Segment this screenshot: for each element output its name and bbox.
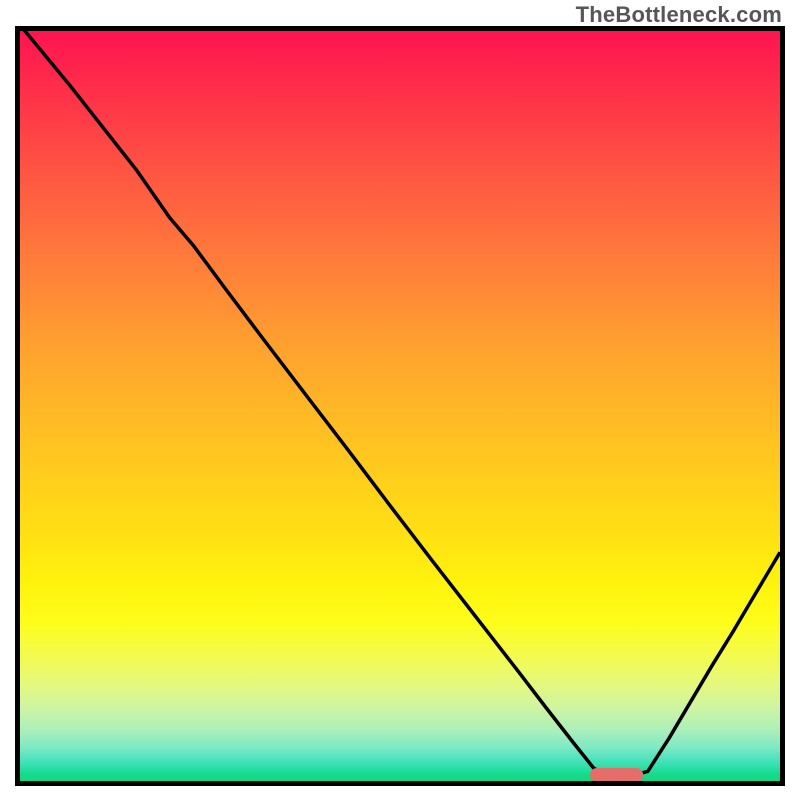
plot-area bbox=[15, 26, 785, 786]
bottleneck-curve bbox=[20, 31, 780, 776]
attribution-text: TheBottleneck.com bbox=[576, 2, 782, 28]
chart-svg bbox=[20, 31, 780, 781]
optimal-marker bbox=[590, 768, 643, 781]
chart-frame: TheBottleneck.com bbox=[0, 0, 800, 800]
